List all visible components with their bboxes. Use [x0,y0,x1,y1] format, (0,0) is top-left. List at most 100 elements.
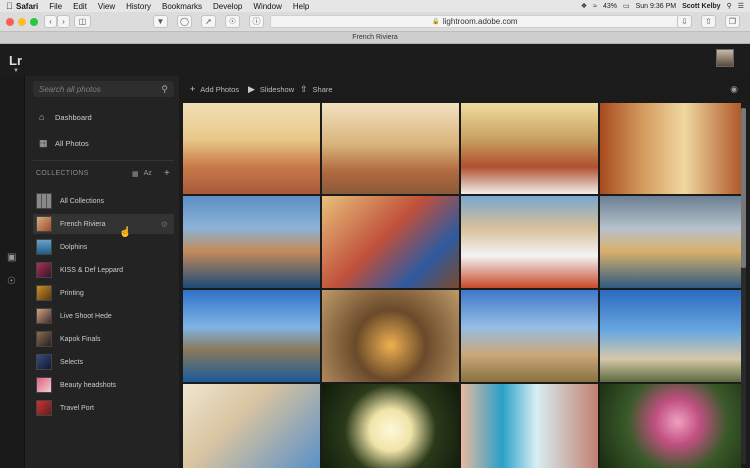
sidebar-item-all-photos[interactable]: ▦ All Photos [39,138,89,149]
notification-center-icon[interactable]: ☰ [738,2,744,10]
downloads-button[interactable]: ⇩ [677,15,692,28]
close-window-button[interactable] [6,18,14,26]
lightroom-logo[interactable]: Lr [9,53,22,68]
add-photos-button[interactable]: + Add Photos [190,84,239,94]
sort-label[interactable]: Az [144,170,152,178]
back-button[interactable]: ‹ [44,15,57,28]
collection-live-shoot-hede[interactable]: Live Shoot Hede [33,306,174,326]
collection-thumbnail [36,285,52,301]
photo-thumbnail[interactable] [183,196,320,288]
menu-safari[interactable]: Safari [16,2,38,11]
globe-icon: ☉ [228,17,237,26]
photo-thumbnail[interactable] [183,384,320,468]
photo-thumbnail[interactable] [600,196,741,288]
menu-history[interactable]: History [126,2,151,11]
photo-thumbnail[interactable] [461,103,598,194]
photo-thumbnail[interactable] [322,384,459,468]
menubar-status: ❖ ≈ 43% ▭ Sun 9:36 PM Scott Kelby ⚲ ☰ [581,0,744,12]
apple-icon[interactable]:  [6,1,16,11]
sidebar-item-dashboard[interactable]: ⌂ Dashboard [39,112,92,122]
photo-thumbnail[interactable] [322,196,459,288]
view-list-icon[interactable]: ▦ [132,170,139,178]
address-bar[interactable]: 🔒 lightroom.adobe.com [270,15,680,28]
add-collection-button[interactable]: + [164,168,170,179]
chevron-down-icon[interactable]: ▼ [13,68,19,74]
chevron-left-icon: ‹ [49,17,52,26]
macos-menubar:  Safari File Edit View History Bookmark… [0,0,750,12]
menu-help[interactable]: Help [293,2,309,11]
share-icon: ⇧ [300,84,308,94]
collection-french-riviera[interactable]: French Riviera ⚙ [33,214,174,234]
collection-printing[interactable]: Printing [33,283,174,303]
photo-thumbnail[interactable] [183,290,320,382]
share-button[interactable]: ⇧ [701,15,716,28]
collections-sort[interactable]: ▦ Az [132,170,152,178]
menu-edit[interactable]: Edit [73,2,87,11]
community-globe-icon[interactable]: ☉ [7,276,16,287]
photo-thumbnail[interactable] [183,103,320,194]
photo-thumbnail[interactable] [600,384,741,468]
collection-label: Live Shoot Hede [60,312,112,320]
menu-develop[interactable]: Develop [213,2,242,11]
photo-thumbnail[interactable] [600,290,741,382]
scrollbar-thumb[interactable] [741,108,746,268]
gear-icon[interactable]: ⚙ [161,220,168,229]
collection-travel-port[interactable]: Travel Port [33,398,174,418]
tab-bar: French Riviera [0,32,750,44]
collection-dolphins[interactable]: Dolphins [33,237,174,257]
library-icon[interactable]: ▣ [7,252,16,263]
extension-button-4[interactable]: ☉ [225,15,240,28]
shield-icon: ◯ [180,17,189,26]
photo-thumbnail[interactable] [322,103,459,194]
slideshow-button[interactable]: ▶ Slideshow [248,84,294,95]
tab-title[interactable]: French Riviera [352,34,398,41]
extension-button[interactable]: ▼ [153,15,168,28]
collection-selects[interactable]: Selects [33,352,174,372]
search-icon[interactable]: ⚲ [161,84,168,95]
minimize-window-button[interactable] [18,18,26,26]
chevron-right-icon: › [62,17,65,26]
info-button[interactable]: ⓘ [249,15,264,28]
share-label: Share [312,85,333,94]
battery-icon[interactable]: ▭ [623,2,630,10]
photo-thumbnail[interactable] [600,103,741,194]
collection-kiss-def-leppard[interactable]: KISS & Def Leppard [33,260,174,280]
search-input[interactable]: Search all photos ⚲ [33,81,174,97]
view-toggle-eye-icon[interactable]: ◉ [730,84,738,95]
divider [33,160,174,161]
photo-thumbnail[interactable] [461,384,598,468]
zoom-window-button[interactable] [30,18,38,26]
grid-toolbar: + Add Photos ▶ Slideshow ⇧ Share ◉ [180,76,750,103]
user-name[interactable]: Scott Kelby [682,3,721,10]
menu-window[interactable]: Window [253,2,281,11]
avatar[interactable] [716,49,734,67]
collection-label: Selects [60,358,83,366]
forward-button[interactable]: › [57,15,70,28]
collection-kapok-finals[interactable]: Kapok Finals [33,329,174,349]
add-photos-label: Add Photos [200,84,240,94]
slideshow-label: Slideshow [259,85,295,94]
menu-file[interactable]: File [49,2,62,11]
extension-button-2[interactable]: ◯ [177,15,192,28]
sidebar-toggle-button[interactable]: ◫ [74,15,91,28]
photo-thumbnail[interactable] [461,196,598,288]
tabs-button[interactable]: ❐ [725,15,740,28]
share-button[interactable]: ⇧ Share [300,84,333,95]
spotlight-icon[interactable]: ⚲ [727,2,732,10]
photo-thumbnail[interactable] [461,290,598,382]
tabs-icon: ❐ [728,17,737,26]
clock[interactable]: Sun 9:36 PM [636,3,676,10]
dropbox-icon[interactable]: ❖ [581,2,587,10]
collection-thumbnail [36,216,52,232]
menu-view[interactable]: View [98,2,115,11]
wifi-icon[interactable]: ≈ [593,3,597,10]
app-header: Lr ▼ [0,44,750,76]
collection-beauty-headshots[interactable]: Beauty headshots [33,375,174,395]
scrollbar[interactable] [741,108,746,464]
extension-button-3[interactable]: ➚ [201,15,216,28]
browser-toolbar: ‹ › ◫ ▼ ◯ ➚ ☉ ⓘ 🔒 lightroom.adobe.com ⇩ … [0,12,750,32]
menu-bookmarks[interactable]: Bookmarks [162,2,202,11]
collection-all[interactable]: All Collections [33,191,174,211]
mouse-cursor-icon: ☝ [119,227,132,238]
photo-thumbnail[interactable] [322,290,459,382]
